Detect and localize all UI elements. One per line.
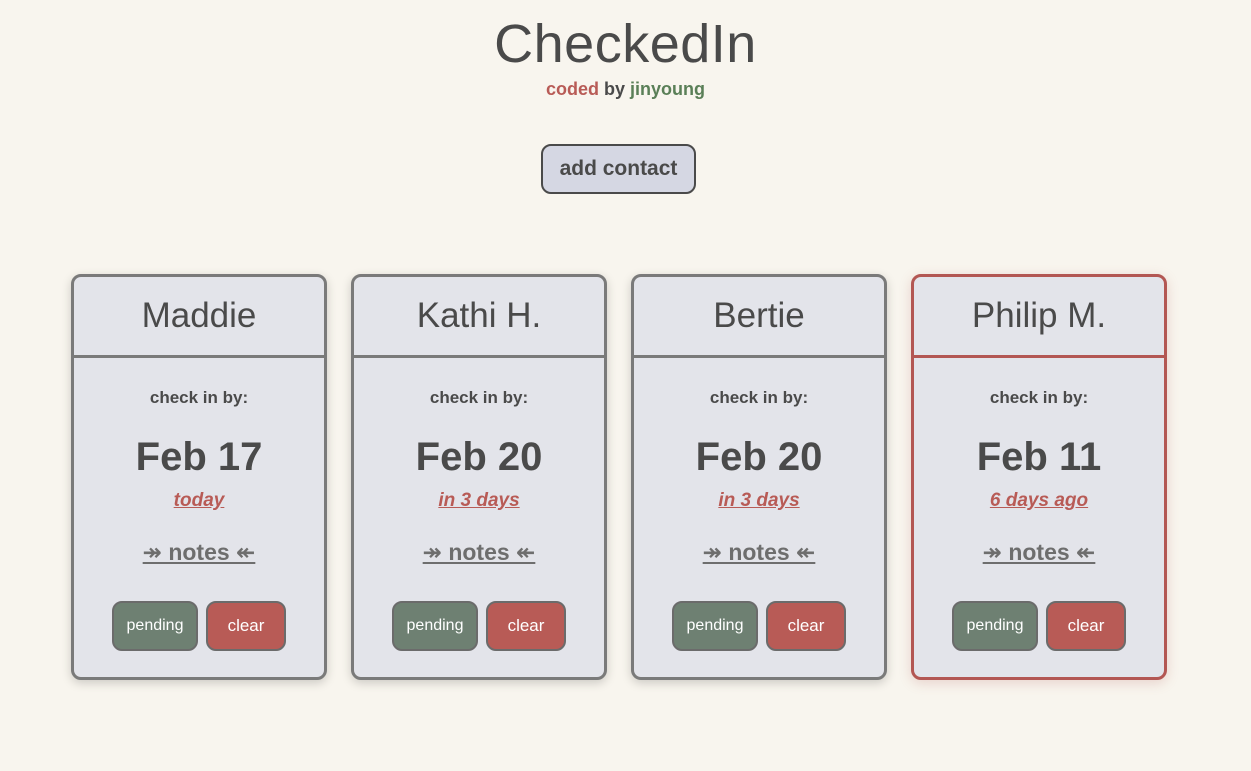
add-contact-button[interactable]: add contact — [541, 144, 696, 194]
pending-button[interactable]: pending — [672, 601, 758, 651]
relative-date-link[interactable]: in 3 days — [634, 490, 884, 512]
credit-coded: coded — [545, 79, 599, 99]
contact-name: Philip M. — [914, 277, 1164, 358]
contact-card: Kathi H. check in by: Feb 20 in 3 days ↠… — [351, 274, 607, 680]
contact-name: Bertie — [634, 277, 884, 358]
notes-link[interactable]: ↠ notes ↞ — [634, 539, 884, 566]
checkin-label: check in by: — [149, 388, 249, 407]
pending-button[interactable]: pending — [392, 601, 478, 651]
notes-link[interactable]: ↠ notes ↞ — [914, 539, 1164, 566]
checkin-label: check in by: — [709, 388, 809, 407]
pending-button[interactable]: pending — [112, 601, 198, 651]
checkin-date: Feb 20 — [695, 435, 823, 479]
contact-cards: Maddie check in by: Feb 17 today ↠ notes… — [71, 274, 1171, 684]
credit-by: by — [604, 79, 626, 99]
clear-button[interactable]: clear — [486, 601, 566, 651]
clear-button[interactable]: clear — [206, 601, 286, 651]
relative-date-link[interactable]: today — [74, 490, 324, 512]
pending-button[interactable]: pending — [952, 601, 1038, 651]
relative-date-link[interactable]: 6 days ago — [914, 490, 1164, 512]
clear-button[interactable]: clear — [766, 601, 846, 651]
clear-button[interactable]: clear — [1046, 601, 1126, 651]
credit-line: coded by jinyoung — [0, 78, 1251, 100]
checkin-date: Feb 17 — [135, 435, 263, 479]
contact-card-overdue: Philip M. check in by: Feb 11 6 days ago… — [911, 274, 1167, 680]
checkin-date: Feb 11 — [976, 435, 1102, 479]
contact-name: Kathi H. — [354, 277, 604, 358]
checkin-date: Feb 20 — [415, 435, 543, 479]
notes-link[interactable]: ↠ notes ↞ — [354, 539, 604, 566]
checkin-label: check in by: — [989, 388, 1089, 407]
checkin-label: check in by: — [429, 388, 529, 407]
contact-name: Maddie — [74, 277, 324, 358]
contact-card: Bertie check in by: Feb 20 in 3 days ↠ n… — [631, 274, 887, 680]
card-actions: pending clear — [354, 601, 604, 651]
notes-link[interactable]: ↠ notes ↞ — [74, 539, 324, 566]
relative-date-link[interactable]: in 3 days — [354, 490, 604, 512]
contact-card: Maddie check in by: Feb 17 today ↠ notes… — [71, 274, 327, 680]
card-actions: pending clear — [74, 601, 324, 651]
credit-author: jinyoung — [630, 79, 706, 99]
card-actions: pending clear — [634, 601, 884, 651]
card-actions: pending clear — [914, 601, 1164, 651]
page-title: CheckedIn — [494, 14, 757, 74]
